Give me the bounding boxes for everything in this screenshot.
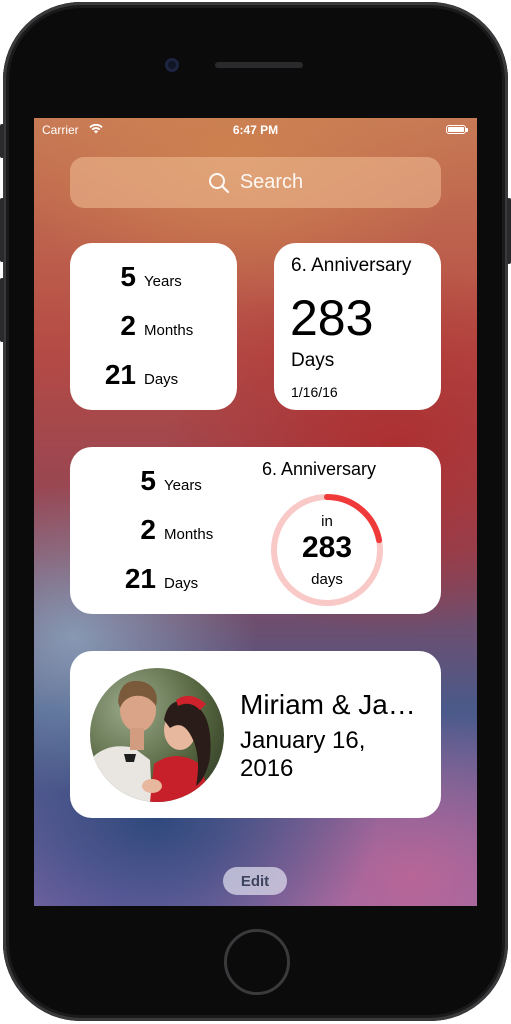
years-value: 5 [140, 465, 156, 496]
days-unit: Days [144, 371, 179, 388]
anniversary-widget-small[interactable]: 6. Anniversary 283 Days 1/16/16 [274, 243, 441, 410]
front-camera [165, 58, 179, 72]
home-button[interactable] [224, 929, 290, 995]
home-screen-widget-view: Carrier 6:47 PM Search 5 Years 2 Months … [34, 118, 477, 906]
anniversary-title: 6. Anniversary [291, 255, 412, 276]
anniversary-days-count: 283 [290, 290, 374, 346]
countup-row-years: 5 Years [70, 261, 182, 293]
search-icon [208, 172, 229, 193]
months-unit: Months [144, 322, 194, 339]
anniversary-date: 1/16/16 [291, 384, 338, 400]
couple-photo [90, 668, 224, 802]
search-label: Search [239, 171, 304, 193]
days-unit: Days [164, 575, 199, 592]
couple-name: Miriam & Ja… [240, 689, 416, 720]
countup-row-days: 21 Days [70, 359, 178, 391]
couple-photo-widget[interactable]: Miriam & Ja… January 16, 2016 [70, 651, 441, 818]
countup-row-days: 21 Days [70, 563, 198, 595]
earpiece-speaker [215, 62, 303, 68]
years-unit: Years [164, 477, 202, 494]
progress-ring-label: in 283 days [268, 491, 386, 609]
countup-row-years: 5 Years [70, 465, 202, 497]
edit-button[interactable]: Edit [223, 867, 287, 895]
days-value: 21 [104, 359, 136, 390]
anniversary-date-line1: January 16, [240, 727, 366, 754]
anniversary-widget-medium[interactable]: 5 Years 2 Months 21 Days 6. Anniversary … [70, 447, 441, 614]
countup-row-months: 2 Months [70, 514, 213, 546]
ring-days-unit: days [311, 571, 343, 588]
volume-up-button [0, 198, 4, 262]
search-bar[interactable]: Search [70, 157, 441, 208]
countup-widget-small[interactable]: 5 Years 2 Months 21 Days [70, 243, 237, 410]
anniversary-days-unit: Days [291, 350, 335, 371]
ring-days-count: 283 [301, 531, 353, 564]
anniversary-title: 6. Anniversary [262, 459, 377, 479]
years-unit: Years [144, 273, 182, 290]
anniversary-date-line2: 2016 [240, 755, 294, 782]
battery-icon [446, 125, 468, 134]
status-bar: Carrier 6:47 PM [34, 118, 477, 142]
power-button [507, 198, 511, 264]
volume-down-button [0, 278, 4, 342]
ring-prefix: in [321, 513, 333, 530]
status-time: 6:47 PM [232, 123, 279, 137]
months-value: 2 [140, 514, 156, 545]
days-value: 21 [124, 563, 156, 594]
months-value: 2 [120, 310, 136, 341]
mute-switch [0, 124, 4, 158]
countup-row-months: 2 Months [70, 310, 193, 342]
months-unit: Months [164, 526, 214, 543]
years-value: 5 [120, 261, 136, 292]
couple-photo-image [90, 668, 224, 802]
